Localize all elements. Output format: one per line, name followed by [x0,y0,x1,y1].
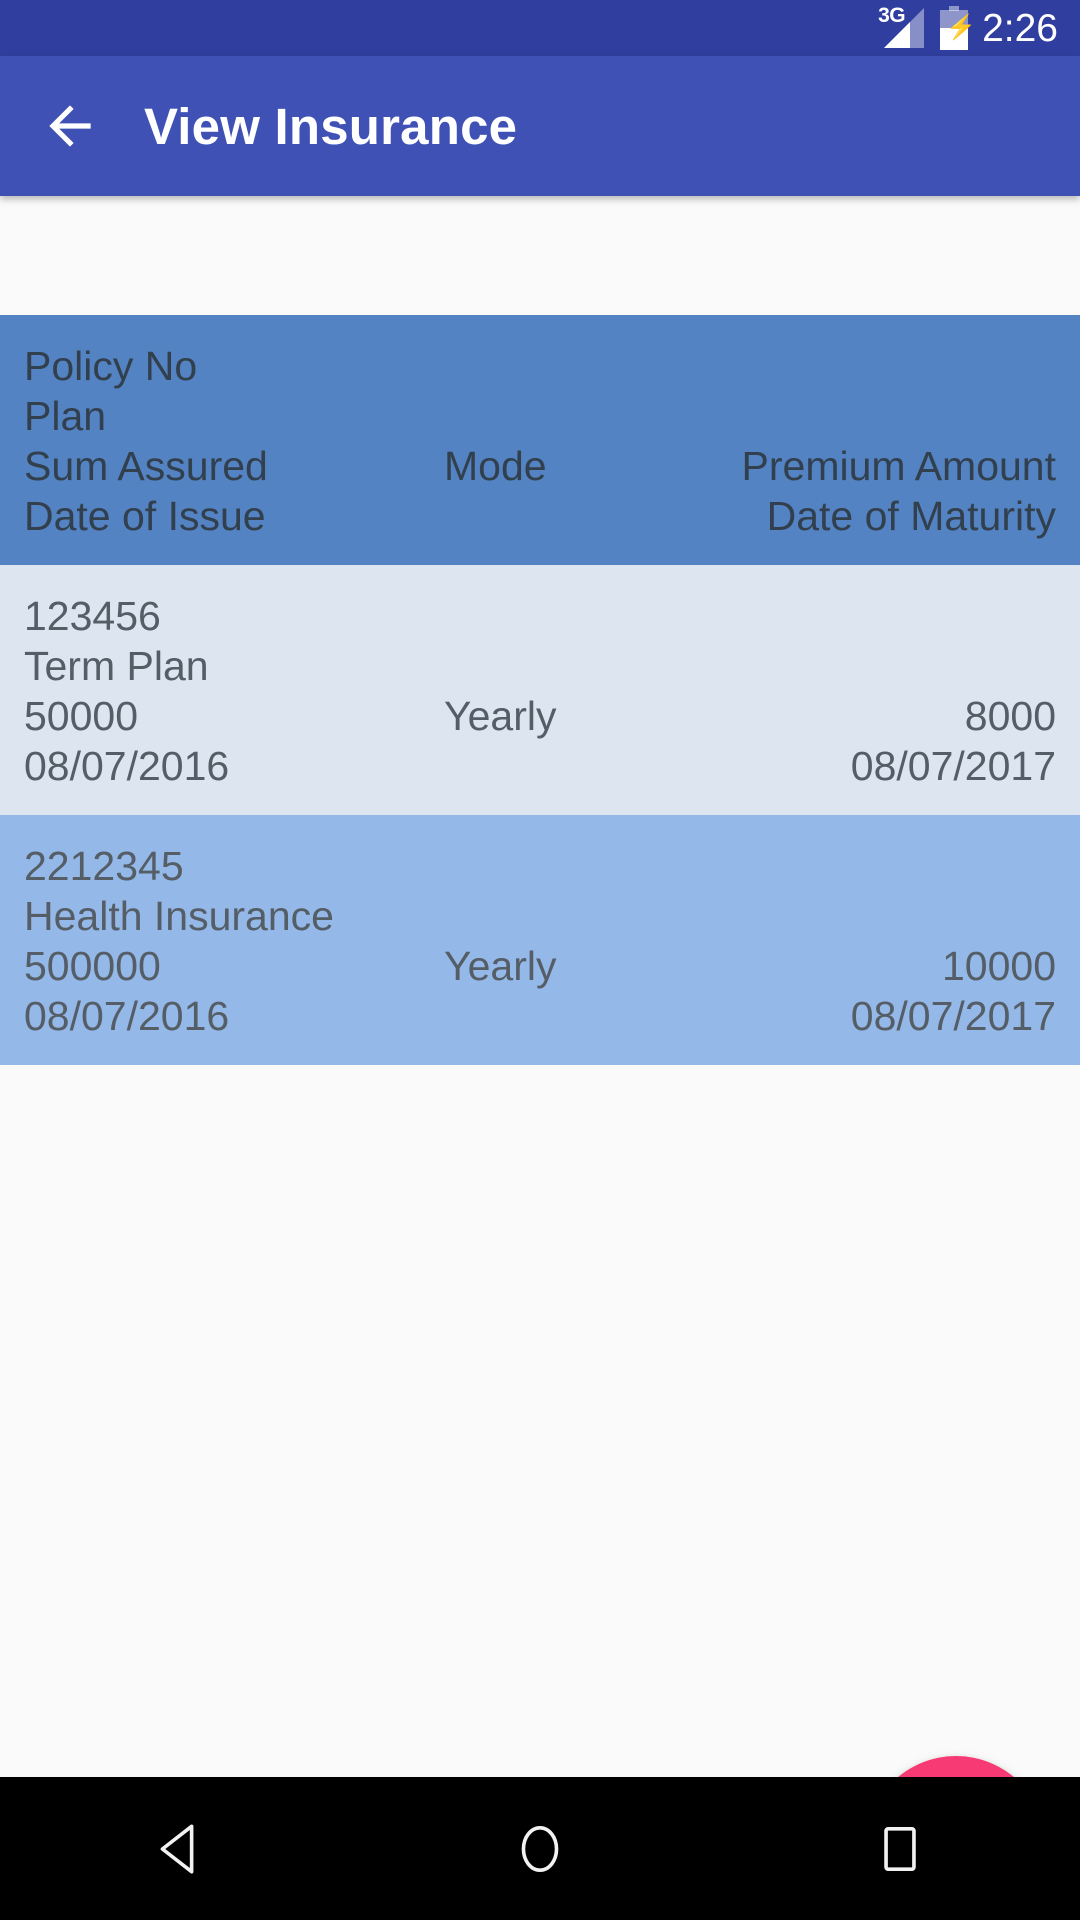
app-bar: View Insurance [0,56,1080,196]
header-line-plan: Plan [24,391,1056,441]
signal-bars-icon: 3G [878,5,926,50]
row-line-dates: 08/07/2016 08/07/2017 [24,991,1056,1041]
table-header-row: Policy No Plan Sum Assured Mode Premium … [0,315,1080,566]
cell-date-of-maturity: 08/07/2017 [850,743,1056,790]
header-mode: Mode [444,443,547,490]
status-bar-clock: 2:26 [982,6,1058,50]
policy-table: Policy No Plan Sum Assured Mode Premium … [0,315,1080,1066]
page-title: View Insurance [144,97,518,155]
row-line-policy-no: 123456 [24,591,1056,641]
cell-sum-assured: 500000 [24,943,161,990]
header-date-of-issue: Date of Issue [24,493,266,540]
cell-date-of-maturity: 08/07/2017 [850,993,1056,1040]
battery-charging-icon: ⚡ [940,6,976,50]
row-line-dates: 08/07/2016 08/07/2017 [24,741,1056,791]
header-line-policy-no: Policy No [24,341,1056,391]
table-row[interactable]: 123456 Term Plan 50000 Yearly 8000 08/07… [0,565,1080,816]
nav-home-button[interactable] [450,1777,630,1920]
status-bar-icons: 3G ⚡ 2:26 [878,5,1058,50]
cell-mode: Yearly [444,693,557,740]
nav-recents-button[interactable] [810,1777,990,1920]
header-premium-amount: Premium Amount [741,443,1056,490]
back-button[interactable] [18,74,122,178]
cell-premium-amount: 8000 [964,693,1056,740]
circle-home-icon [521,1825,559,1872]
cell-policy-no: 2212345 [24,843,184,890]
header-line-dates: Date of Issue Date of Maturity [24,491,1056,541]
triangle-back-icon [160,1823,194,1874]
battery-bolt: ⚡ [946,14,976,41]
row-line-amounts: 50000 Yearly 8000 [24,691,1056,741]
square-recents-icon [884,1826,916,1871]
header-sum-assured: Sum Assured [24,443,268,490]
cell-date-of-issue: 08/07/2016 [24,743,230,790]
row-line-plan: Health Insurance [24,891,1056,941]
add-policy-fab[interactable] [866,1756,1046,1777]
arrow-left-icon [49,105,91,147]
status-bar: 3G ⚡ 2:26 [0,0,1080,56]
cell-date-of-issue: 08/07/2016 [24,993,230,1040]
android-navigation-bar [0,1777,1080,1920]
table-row[interactable]: 2212345 Health Insurance 500000 Yearly 1… [0,815,1080,1066]
cell-plan: Health Insurance [24,893,334,940]
cell-policy-no: 123456 [24,593,161,640]
header-date-of-maturity: Date of Maturity [766,493,1056,540]
header-line-amounts: Sum Assured Mode Premium Amount [24,441,1056,491]
cell-mode: Yearly [444,943,557,990]
signal-triangle-filled [884,22,911,48]
header-plan: Plan [24,393,107,440]
cell-premium-amount: 10000 [941,943,1056,990]
row-line-amounts: 500000 Yearly 10000 [24,941,1056,991]
content-area: Policy No Plan Sum Assured Mode Premium … [0,196,1080,1777]
header-policy-no: Policy No [24,343,198,389]
cell-plan: Term Plan [24,643,209,690]
cell-sum-assured: 50000 [24,693,139,740]
nav-back-button[interactable] [90,1777,270,1920]
row-line-plan: Term Plan [24,641,1056,691]
row-line-policy-no: 2212345 [24,841,1056,891]
